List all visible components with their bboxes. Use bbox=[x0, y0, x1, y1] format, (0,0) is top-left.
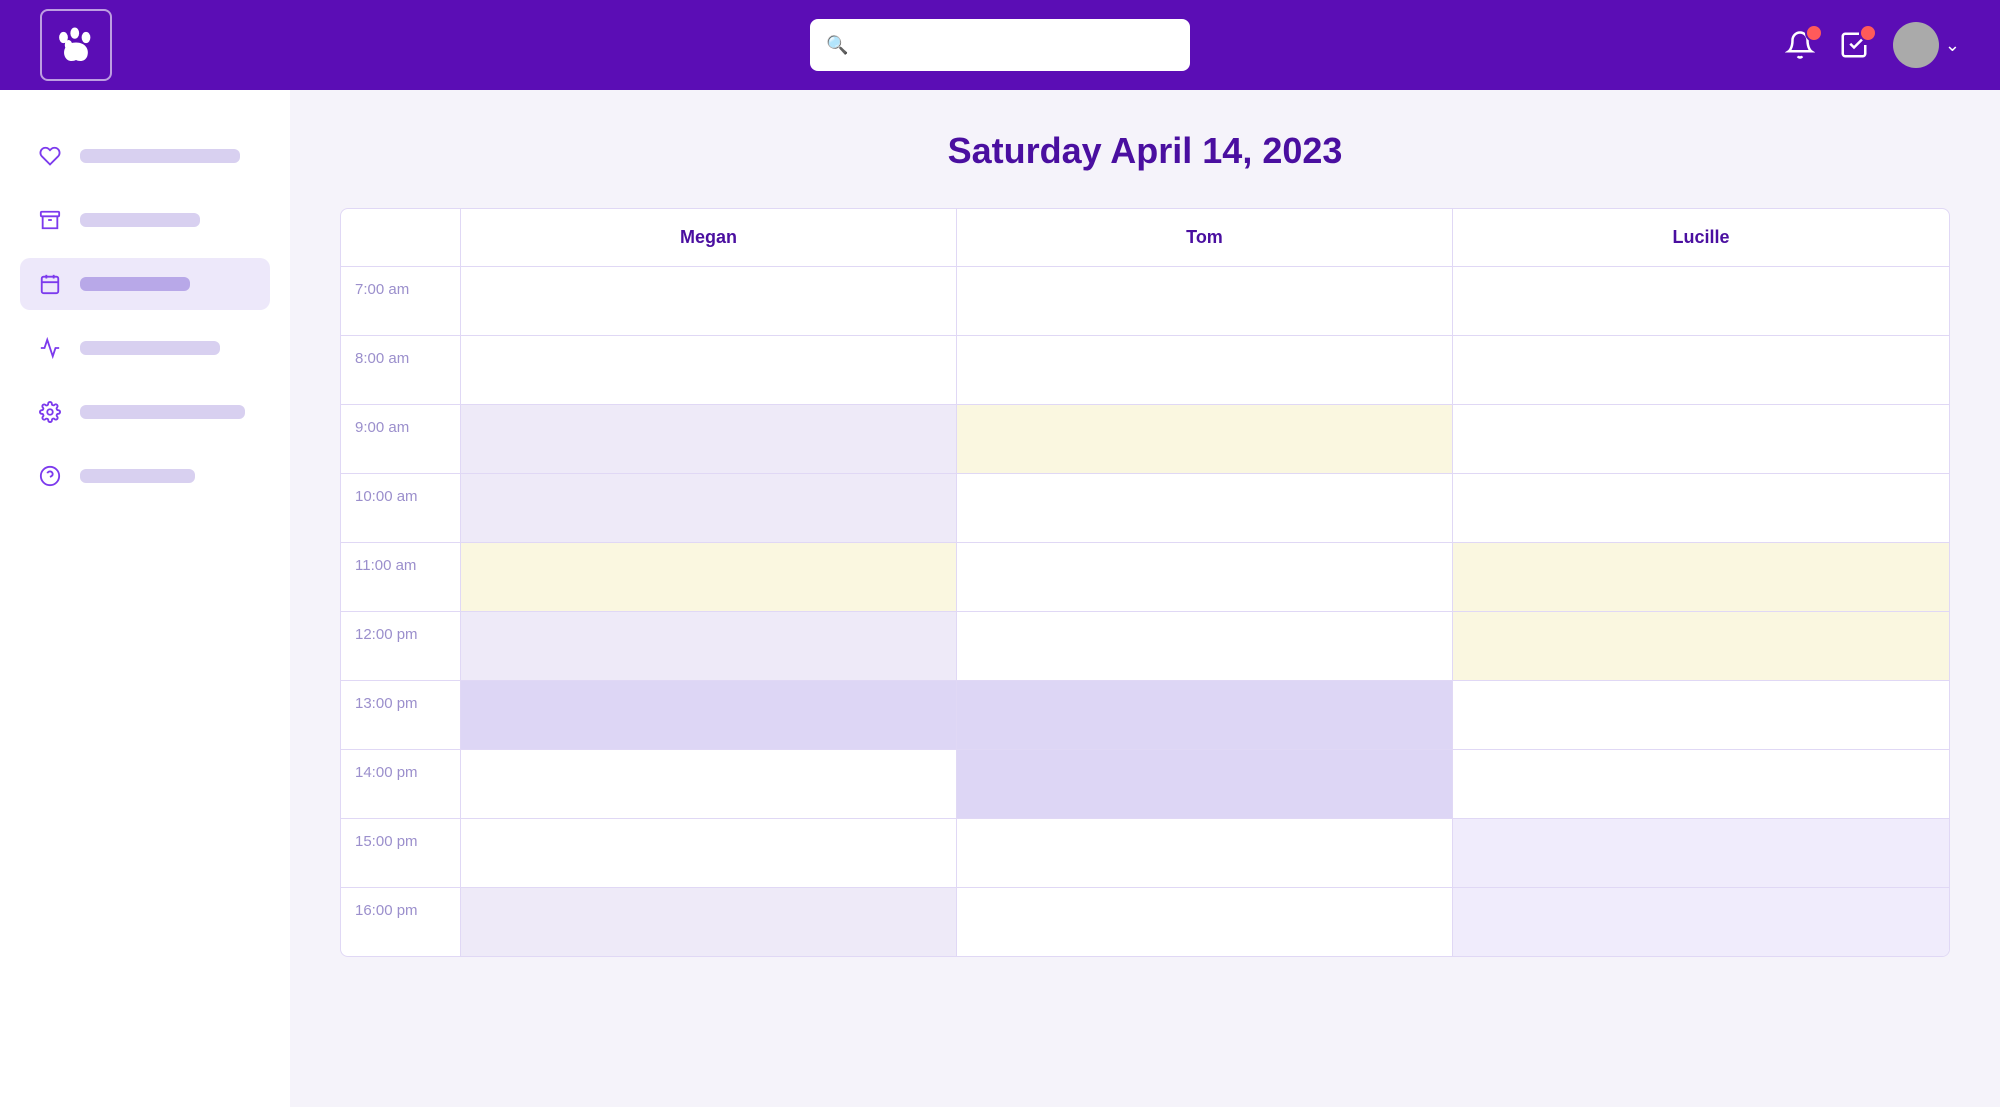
sidebar-label-calendar bbox=[80, 277, 190, 291]
time-label: 12:00 pm bbox=[341, 612, 461, 680]
cal-cell[interactable] bbox=[957, 336, 1453, 404]
time-label: 8:00 am bbox=[341, 336, 461, 404]
cal-header-lucille: Lucille bbox=[1453, 209, 1949, 266]
analytics-icon bbox=[36, 334, 64, 362]
cal-cell[interactable] bbox=[461, 819, 957, 887]
sidebar-item-settings[interactable] bbox=[20, 386, 270, 438]
table-row: 16:00 pm bbox=[341, 888, 1949, 956]
page-title: Saturday April 14, 2023 bbox=[340, 130, 1950, 172]
calendar-header-row: Megan Tom Lucille bbox=[341, 209, 1949, 267]
cal-cell[interactable] bbox=[1453, 750, 1949, 818]
sidebar bbox=[0, 90, 290, 1107]
cal-cell[interactable] bbox=[1453, 474, 1949, 542]
notification-button[interactable] bbox=[1785, 30, 1815, 60]
header-actions: ⌄ bbox=[1785, 22, 1960, 68]
time-label: 7:00 am bbox=[341, 267, 461, 335]
cal-cell[interactable] bbox=[461, 612, 957, 680]
time-label: 11:00 am bbox=[341, 543, 461, 611]
cal-header-tom: Tom bbox=[957, 209, 1453, 266]
cal-cell[interactable] bbox=[957, 405, 1453, 473]
cal-cell[interactable] bbox=[461, 336, 957, 404]
sidebar-label-store bbox=[80, 213, 200, 227]
cal-cell[interactable] bbox=[461, 888, 957, 956]
sidebar-label-health bbox=[80, 149, 240, 163]
table-row: 12:00 pm bbox=[341, 612, 1949, 681]
cal-cell[interactable] bbox=[957, 267, 1453, 335]
cal-cell[interactable] bbox=[1453, 336, 1949, 404]
sidebar-item-store[interactable] bbox=[20, 194, 270, 246]
calendar-grid: Megan Tom Lucille 7:00 am 8:00 am bbox=[340, 208, 1950, 957]
cal-cell[interactable] bbox=[461, 681, 957, 749]
search-input[interactable] bbox=[858, 36, 1174, 54]
cal-cell[interactable] bbox=[461, 474, 957, 542]
health-icon bbox=[36, 142, 64, 170]
cal-cell[interactable] bbox=[461, 750, 957, 818]
cal-cell[interactable] bbox=[957, 888, 1453, 956]
cal-cell[interactable] bbox=[461, 543, 957, 611]
cal-cell[interactable] bbox=[461, 405, 957, 473]
time-label: 13:00 pm bbox=[341, 681, 461, 749]
chevron-down-icon: ⌄ bbox=[1945, 35, 1960, 56]
time-label: 16:00 pm bbox=[341, 888, 461, 956]
sidebar-item-health[interactable] bbox=[20, 130, 270, 182]
cal-cell[interactable] bbox=[1453, 612, 1949, 680]
sidebar-item-analytics[interactable] bbox=[20, 322, 270, 374]
table-row: 14:00 pm bbox=[341, 750, 1949, 819]
calendar-icon bbox=[36, 270, 64, 298]
cal-cell[interactable] bbox=[1453, 888, 1949, 956]
time-label: 14:00 pm bbox=[341, 750, 461, 818]
avatar bbox=[1893, 22, 1939, 68]
table-row: 11:00 am bbox=[341, 543, 1949, 612]
search-icon: 🔍 bbox=[826, 35, 848, 56]
cal-cell[interactable] bbox=[957, 819, 1453, 887]
sidebar-label-help bbox=[80, 469, 195, 483]
table-row: 8:00 am bbox=[341, 336, 1949, 405]
help-icon bbox=[36, 462, 64, 490]
calendar-body: 7:00 am 8:00 am 9:00 am bbox=[341, 267, 1949, 956]
table-row: 10:00 am bbox=[341, 474, 1949, 543]
cal-cell[interactable] bbox=[957, 612, 1453, 680]
sidebar-label-settings bbox=[80, 405, 245, 419]
cal-cell[interactable] bbox=[461, 267, 957, 335]
paw-icon bbox=[56, 25, 96, 65]
cal-cell[interactable] bbox=[1453, 267, 1949, 335]
main-content: Saturday April 14, 2023 Megan Tom Lucill… bbox=[290, 90, 2000, 1107]
time-label: 15:00 pm bbox=[341, 819, 461, 887]
time-label: 10:00 am bbox=[341, 474, 461, 542]
messages-button[interactable] bbox=[1839, 30, 1869, 60]
cal-cell[interactable] bbox=[957, 543, 1453, 611]
cal-cell[interactable] bbox=[957, 474, 1453, 542]
cal-cell[interactable] bbox=[957, 750, 1453, 818]
cal-cell[interactable] bbox=[1453, 543, 1949, 611]
search-bar: 🔍 bbox=[810, 19, 1190, 71]
cal-cell[interactable] bbox=[957, 681, 1453, 749]
sidebar-item-help[interactable] bbox=[20, 450, 270, 502]
cal-cell[interactable] bbox=[1453, 681, 1949, 749]
time-label: 9:00 am bbox=[341, 405, 461, 473]
app-header: 🔍 ⌄ bbox=[0, 0, 2000, 90]
cal-cell[interactable] bbox=[1453, 405, 1949, 473]
cal-header-time bbox=[341, 209, 461, 266]
message-badge bbox=[1859, 24, 1877, 42]
sidebar-item-calendar[interactable] bbox=[20, 258, 270, 310]
table-row: 7:00 am bbox=[341, 267, 1949, 336]
app-body: Saturday April 14, 2023 Megan Tom Lucill… bbox=[0, 90, 2000, 1107]
user-avatar-wrapper[interactable]: ⌄ bbox=[1893, 22, 1960, 68]
cal-cell[interactable] bbox=[1453, 819, 1949, 887]
sidebar-label-analytics bbox=[80, 341, 220, 355]
store-icon bbox=[36, 206, 64, 234]
cal-header-megan: Megan bbox=[461, 209, 957, 266]
table-row: 15:00 pm bbox=[341, 819, 1949, 888]
notification-badge bbox=[1805, 24, 1823, 42]
gear-icon bbox=[36, 398, 64, 426]
table-row: 9:00 am bbox=[341, 405, 1949, 474]
logo-button[interactable] bbox=[40, 9, 112, 81]
table-row: 13:00 pm bbox=[341, 681, 1949, 750]
